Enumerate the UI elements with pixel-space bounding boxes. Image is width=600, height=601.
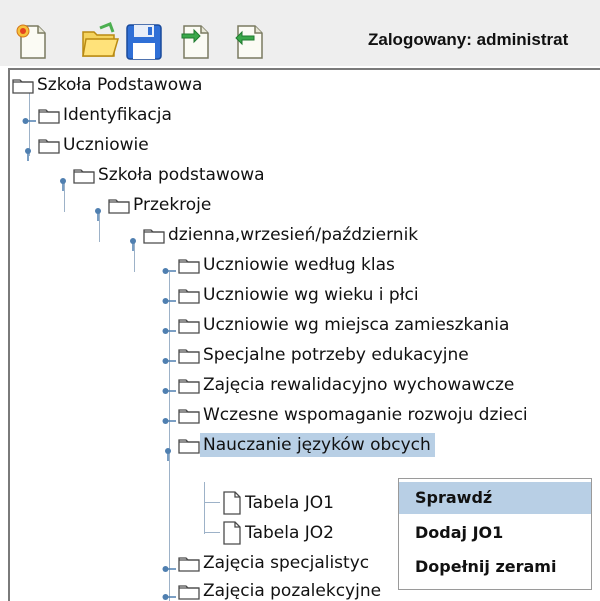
context-menu: Sprawdź Dodaj JO1 Dopełnij zerami xyxy=(398,478,592,590)
open-folder-icon xyxy=(82,22,120,57)
save-disk-icon xyxy=(126,24,162,60)
expand-handle-icon[interactable] xyxy=(162,565,176,573)
folder-icon xyxy=(178,408,200,424)
tree-line xyxy=(204,502,220,503)
tree-node-nauczanie[interactable]: Nauczanie języków obcych xyxy=(178,432,435,458)
document-icon xyxy=(223,521,241,545)
tree-node-przekroje[interactable]: Przekroje xyxy=(108,192,215,218)
tree-node-label: Wczesne wspomaganie rozwoju dzieci xyxy=(203,405,528,425)
tree-node-wg-wieku[interactable]: Uczniowie wg wieku i płci xyxy=(178,282,423,308)
tree-node-root[interactable]: Szkoła Podstawowa xyxy=(12,72,206,98)
export-button[interactable] xyxy=(230,22,270,62)
tree-node-label: Uczniowie wg miejsca zamieszkania xyxy=(203,315,510,335)
toolbar: Zalogowany: administrat xyxy=(0,0,600,66)
folder-icon xyxy=(73,168,95,184)
menu-item-sprawdz[interactable]: Sprawdź xyxy=(399,482,591,514)
tree-node-pozalekcyjne[interactable]: Zajęcia pozalekcyjne xyxy=(178,578,385,601)
tree-node-wg-miejsca[interactable]: Uczniowie wg miejsca zamieszkania xyxy=(178,312,513,338)
folder-icon xyxy=(178,438,200,454)
collapse-handle-icon[interactable] xyxy=(128,237,138,251)
new-document-button[interactable] xyxy=(12,22,52,62)
save-button[interactable] xyxy=(124,22,164,62)
tree-node-szkola-podstawowa[interactable]: Szkoła podstawowa xyxy=(73,162,269,188)
tree-line xyxy=(169,272,170,601)
tree-line xyxy=(204,532,220,533)
folder-icon xyxy=(38,108,60,124)
tree-line xyxy=(204,482,205,534)
folder-icon xyxy=(108,198,130,214)
new-document-icon xyxy=(16,24,46,59)
import-button[interactable] xyxy=(176,22,216,62)
expand-handle-icon[interactable] xyxy=(22,117,36,125)
folder-icon xyxy=(178,556,200,572)
tree-node-label: Szkoła Podstawowa xyxy=(37,75,203,95)
login-status: Zalogowany: administrat xyxy=(368,30,569,49)
folder-icon xyxy=(178,318,200,334)
tree-node-label: Uczniowie xyxy=(63,135,149,155)
tree-node-label: Zajęcia rewalidacyjno wychowawcze xyxy=(203,375,515,395)
tree-node-label: Nauczanie języków obcych xyxy=(200,433,435,457)
tree-node-identyfikacja[interactable]: Identyfikacja xyxy=(38,102,176,128)
tree-node-label: Uczniowie wg wieku i płci xyxy=(203,285,419,305)
tree-leaf-tabela-jo2[interactable]: Tabela JO2 xyxy=(222,520,338,546)
tree-node-wg-klas[interactable]: Uczniowie według klas xyxy=(178,252,399,278)
tree-node-label: dzienna,wrzesień/październik xyxy=(168,225,419,245)
tree-leaf-tabela-jo1[interactable]: Tabela JO1 xyxy=(222,490,338,516)
collapse-handle-icon[interactable] xyxy=(58,177,68,191)
import-document-icon xyxy=(181,25,209,59)
folder-icon xyxy=(178,584,200,600)
expand-handle-icon[interactable] xyxy=(162,297,176,305)
folder-icon xyxy=(178,288,200,304)
export-document-icon xyxy=(235,25,263,59)
folder-icon xyxy=(38,138,60,154)
folder-icon xyxy=(12,78,34,94)
expand-handle-icon[interactable] xyxy=(162,267,176,275)
tree-node-label: Specjalne potrzeby edukacyjne xyxy=(203,345,469,365)
tree-node-uczniowie[interactable]: Uczniowie xyxy=(38,132,153,158)
tree-node-label: Identyfikacja xyxy=(63,105,172,125)
tree-node-label: Tabela JO2 xyxy=(245,523,334,543)
folder-icon xyxy=(143,228,165,244)
expand-handle-icon[interactable] xyxy=(162,417,176,425)
menu-item-dodaj-jo1[interactable]: Dodaj JO1 xyxy=(399,517,591,549)
folder-icon xyxy=(178,258,200,274)
expand-handle-icon[interactable] xyxy=(162,593,176,601)
expand-handle-icon[interactable] xyxy=(162,327,176,335)
tree-node-specjalne[interactable]: Specjalne potrzeby edukacyjne xyxy=(178,342,473,368)
tree-node-specjalistyczne[interactable]: Zajęcia specjalistyc xyxy=(178,550,373,576)
folder-icon xyxy=(178,348,200,364)
tree-node-label: Tabela JO1 xyxy=(245,493,334,513)
collapse-handle-icon[interactable] xyxy=(93,207,103,221)
expand-handle-icon[interactable] xyxy=(162,357,176,365)
expand-handle-icon[interactable] xyxy=(162,387,176,395)
open-folder-button[interactable] xyxy=(80,22,120,62)
document-icon xyxy=(223,491,241,515)
tree-node-label: Przekroje xyxy=(133,195,212,215)
collapse-handle-icon[interactable] xyxy=(23,147,33,161)
tree-node-label: Zajęcia pozalekcyjne xyxy=(203,581,382,601)
tree-node-label: Zajęcia specjalistyc xyxy=(203,553,370,573)
collapse-handle-icon[interactable] xyxy=(163,447,173,461)
menu-item-dopelnij-zerami[interactable]: Dopełnij zerami xyxy=(399,551,591,583)
tree-node-wczesne[interactable]: Wczesne wspomaganie rozwoju dzieci xyxy=(178,402,532,428)
tree-node-rewalidacyjno[interactable]: Zajęcia rewalidacyjno wychowawcze xyxy=(178,372,518,398)
tree-node-label: Uczniowie według klas xyxy=(203,255,395,275)
tree-node-label: Szkoła podstawowa xyxy=(98,165,265,185)
folder-icon xyxy=(178,378,200,394)
tree-node-dzienna[interactable]: dzienna,wrzesień/październik xyxy=(143,222,422,248)
